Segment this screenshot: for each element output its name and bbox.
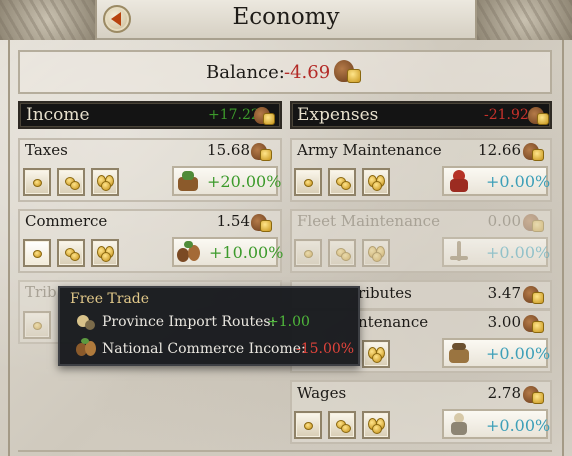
expenses-title: Expenses [297, 105, 379, 125]
building-maintenance-label: ntenance [358, 313, 429, 331]
expenses-total: -21.92 [484, 107, 529, 123]
balance-value: -4.69 [284, 62, 331, 83]
building-maintenance-amount: 3.00 [487, 313, 521, 331]
army-modifier: +0.00% [486, 172, 551, 191]
money-bag-icon [251, 139, 273, 161]
wages-low-button[interactable] [294, 411, 322, 439]
frame-left [8, 40, 10, 456]
tributes-low-button[interactable] [23, 311, 51, 339]
building-icon [447, 341, 473, 365]
money-bag-icon [251, 210, 273, 232]
income-title: Income [26, 105, 90, 125]
commerce-modifier: +10.00% [209, 243, 284, 262]
bottom-divider [18, 450, 552, 456]
title-ornament-right [477, 0, 572, 40]
money-bag-icon [523, 311, 545, 333]
fleet-modifier: +0.00% [486, 243, 551, 262]
anchor-icon [447, 240, 473, 264]
building-modifier: +0.00% [486, 344, 551, 363]
balance-label: Balance: [206, 62, 285, 83]
money-bag-icon [523, 210, 545, 232]
tributes-expense-label: ributes [358, 284, 412, 302]
taxes-label: Taxes [25, 141, 68, 159]
import-route-icon [75, 312, 97, 332]
money-bag-icon [523, 139, 545, 161]
page-title: Economy [232, 4, 340, 30]
money-bag-icon [523, 282, 545, 304]
commerce-amount: 1.54 [216, 212, 250, 230]
wages-label: Wages [297, 384, 347, 402]
commerce-medium-button[interactable] [57, 239, 85, 267]
trade-goods-icon [75, 338, 97, 358]
fleet-medium-button[interactable] [328, 239, 356, 267]
taxes-high-button[interactable] [91, 168, 119, 196]
income-total: +17.22 [208, 107, 260, 123]
taxes-medium-button[interactable] [57, 168, 85, 196]
courtier-icon [447, 412, 473, 436]
commerce-high-button[interactable] [91, 239, 119, 267]
army-medium-button[interactable] [328, 168, 356, 196]
tooltip-line-2-label: National Commerce Income: [102, 341, 306, 357]
wages-medium-button[interactable] [328, 411, 356, 439]
tooltip-line-1-label: Province Import Routes: [102, 314, 276, 330]
wages-amount: 2.78 [487, 384, 521, 402]
army-maintenance-label: Army Maintenance [297, 141, 442, 159]
tooltip-line-2-value: -15.00% [296, 341, 355, 357]
commerce-label: Commerce [25, 212, 108, 230]
money-bag-icon [334, 56, 362, 84]
wages-high-button[interactable] [362, 411, 390, 439]
taxes-amount: 15.68 [207, 141, 250, 159]
fleet-maintenance-label: Fleet Maintenance [297, 212, 440, 230]
army-maintenance-amount: 12.66 [478, 141, 521, 159]
taxes-modifier: +20.00% [207, 172, 282, 191]
army-high-button[interactable] [362, 168, 390, 196]
tributes-label: Trib [25, 283, 57, 301]
army-low-button[interactable] [294, 168, 322, 196]
money-bag-icon [523, 382, 545, 404]
fleet-high-button[interactable] [362, 239, 390, 267]
fleet-maintenance-amount: 0.00 [487, 212, 521, 230]
taxes-low-button[interactable] [23, 168, 51, 196]
soldier-icon [447, 169, 473, 193]
tax-chest-icon [176, 169, 202, 193]
money-bag-icon [528, 103, 550, 125]
tributes-expense-amount: 3.47 [487, 284, 521, 302]
fleet-low-button[interactable] [294, 239, 322, 267]
tooltip-line-1-value: +1.00 [267, 314, 310, 330]
trade-goods-icon [176, 240, 202, 264]
title-ornament-left [0, 0, 95, 40]
money-bag-icon [254, 103, 276, 125]
tooltip-title: Free Trade [70, 291, 150, 307]
frame-right [562, 40, 564, 456]
commerce-low-button[interactable] [23, 239, 51, 267]
building-high-button[interactable] [362, 340, 390, 368]
wages-modifier: +0.00% [486, 416, 551, 435]
